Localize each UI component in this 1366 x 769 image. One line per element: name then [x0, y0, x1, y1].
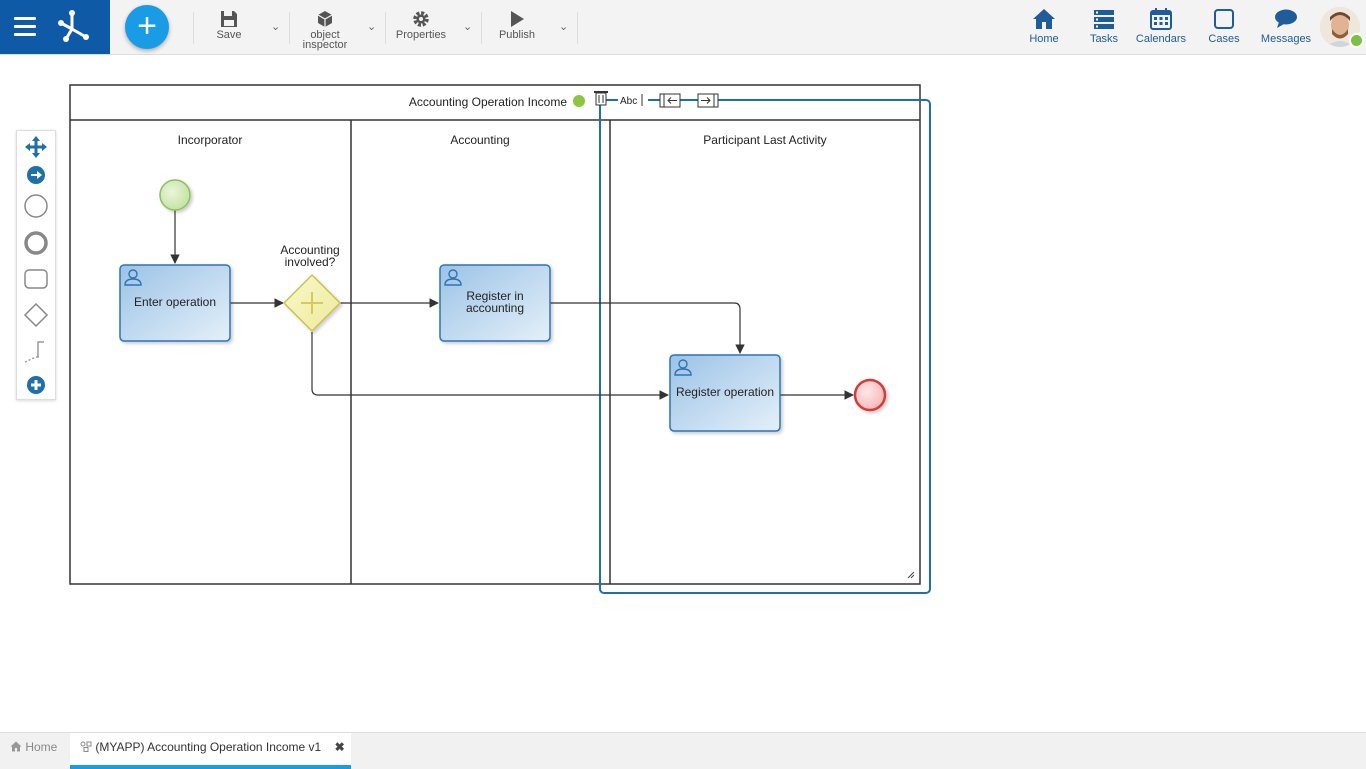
menu-icon[interactable]	[14, 17, 36, 37]
publish-label: Publish	[498, 29, 536, 41]
toolbar-separator	[385, 12, 386, 44]
save-icon	[221, 11, 237, 27]
close-icon[interactable]: ✖	[335, 740, 345, 754]
task-register-in-accounting[interactable]: Register in accounting	[439, 264, 551, 342]
pool-title: Accounting Operation Income	[409, 95, 567, 109]
chat-bubble-icon	[1275, 9, 1297, 28]
nav-calendars[interactable]: Calendars	[1134, 0, 1188, 54]
toolbar-separator	[481, 12, 482, 44]
cases-icon	[1214, 9, 1234, 29]
diagram-canvas[interactable]: Accounting Operation Income Incorporator…	[0, 55, 1366, 732]
play-icon	[511, 11, 524, 27]
shrink-lane-icon[interactable]	[659, 93, 681, 108]
nav-home[interactable]: Home	[1024, 0, 1064, 54]
nav-home-label: Home	[1029, 33, 1059, 45]
bottom-tab-home-label: Home	[25, 740, 58, 754]
toolbar-separator	[289, 12, 290, 44]
lane-title-incorporator: Incorporator	[178, 133, 243, 147]
top-toolbar: + Save ⌄ object inspector ⌄ Properties ⌄…	[0, 0, 1366, 55]
task-register-operation[interactable]: Register operation	[669, 354, 781, 432]
end-event[interactable]	[853, 378, 887, 412]
delete-trash-icon[interactable]	[594, 91, 608, 106]
save-button[interactable]: Save	[205, 0, 253, 54]
object-inspector-label-2: inspector	[302, 39, 348, 51]
toolbar-separator	[577, 12, 578, 44]
nav-cases-label: Cases	[1208, 33, 1240, 45]
nav-tasks-label: Tasks	[1089, 33, 1119, 45]
bottom-tab-process-label: (MYAPP) Accounting Operation Income v1	[95, 740, 322, 754]
task-register-in-accounting-label-2: accounting	[466, 301, 524, 315]
task-enter-operation[interactable]: Enter operation	[119, 264, 231, 342]
save-label: Save	[216, 29, 242, 41]
start-event[interactable]	[159, 179, 191, 211]
task-enter-operation-label: Enter operation	[134, 295, 216, 309]
nav-tasks[interactable]: Tasks	[1084, 0, 1124, 54]
new-element-button[interactable]: +	[125, 5, 169, 49]
expand-lane-icon[interactable]	[697, 93, 719, 108]
home-icon	[10, 734, 22, 763]
bottom-tab-bar: Home (MYAPP) Accounting Operation Income…	[0, 732, 1366, 769]
lane-title-accounting: Accounting	[450, 133, 509, 147]
calendar-icon	[1150, 8, 1172, 30]
gateway-label-line2: involved?	[285, 255, 336, 269]
publish-button[interactable]: Publish	[490, 0, 544, 54]
home-icon	[1033, 9, 1055, 29]
nav-cases[interactable]: Cases	[1204, 0, 1244, 54]
publish-chevron-down-icon[interactable]: ⌄	[559, 20, 568, 33]
properties-label: Properties	[395, 29, 447, 41]
nav-calendars-label: Calendars	[1135, 33, 1187, 45]
pool-status-dot	[573, 95, 585, 107]
save-dropdown-chevron-down-icon[interactable]: ⌄	[271, 20, 280, 33]
nav-messages[interactable]: Messages	[1258, 0, 1314, 54]
title-editor-text: Abc	[620, 96, 637, 107]
nav-messages-label: Messages	[1260, 33, 1312, 45]
process-diagram-icon	[80, 734, 92, 763]
gear-icon	[413, 11, 429, 27]
bottom-tab-process[interactable]: (MYAPP) Accounting Operation Income v1 ✖	[70, 733, 351, 769]
brand-area	[0, 0, 110, 54]
bottom-tab-home[interactable]: Home	[10, 733, 57, 769]
object-inspector-button[interactable]: object inspector	[296, 0, 354, 54]
app-logo-icon	[58, 10, 89, 42]
properties-button[interactable]: Properties	[392, 0, 450, 54]
properties-chevron-down-icon[interactable]: ⌄	[463, 20, 472, 33]
tasks-icon	[1094, 10, 1114, 29]
cube-icon	[317, 11, 333, 27]
toolbar-separator	[193, 12, 194, 44]
online-status-dot	[1349, 33, 1364, 48]
object-inspector-chevron-down-icon[interactable]: ⌄	[367, 20, 376, 33]
lane-title-participant-last-activity: Participant Last Activity	[703, 133, 826, 147]
task-register-operation-label: Register operation	[676, 385, 774, 399]
